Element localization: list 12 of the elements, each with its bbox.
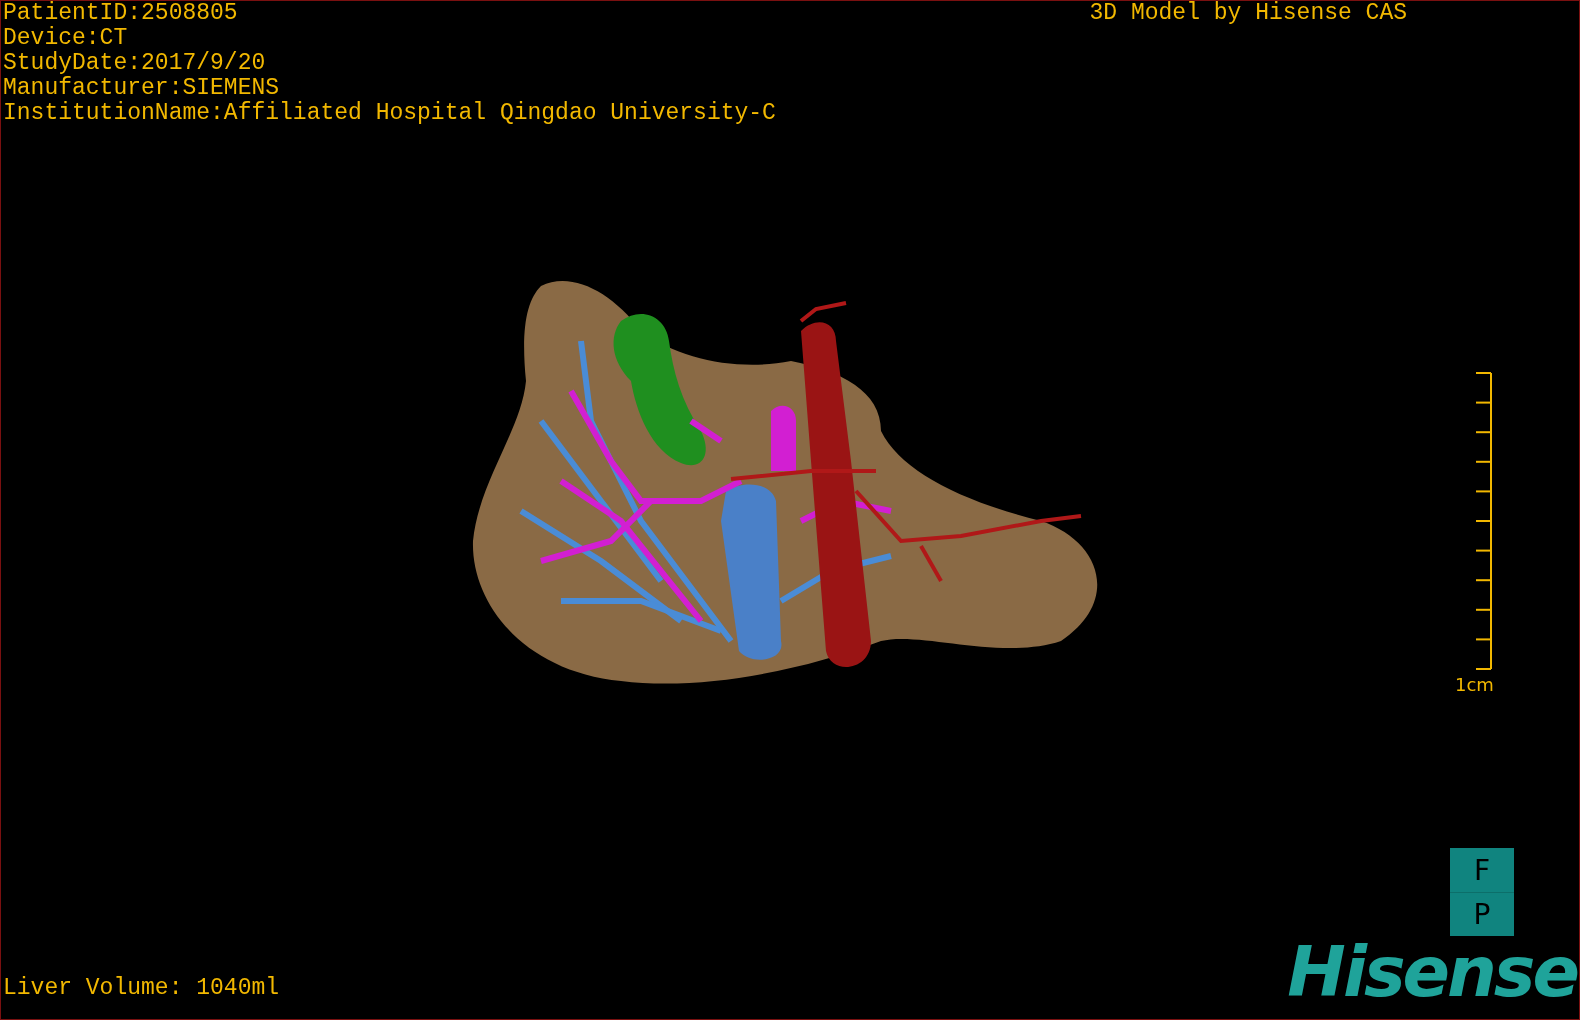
dicom-info-text: StudyDate:2017/9/20 xyxy=(3,51,267,76)
orientation-button[interactable]: F xyxy=(1450,848,1514,892)
viewport-3d[interactable]: PatientID:2508805 Device:CT StudyDate:2017/9/20 Manufacturer:SIEMENS InstitutionName:Affiliated Hospital Qingdao University-C 3D Model by Hisense CAS 1cm F P Liver Volume: 1040ml Hisense xyxy=(0,0,1580,1020)
dicom-info-text: InstitutionName:Affiliated Hospital Qingdao University-C xyxy=(3,101,776,126)
orientation-button[interactable]: P xyxy=(1450,892,1514,936)
liver-volume-text: Liver Volume: 1040ml xyxy=(3,976,280,1001)
dicom-info-text: PatientID:2508805 xyxy=(3,1,239,26)
viewer-title: 3D Model by Hisense CAS xyxy=(1089,1,1407,28)
dicom-info-text: Device:CT xyxy=(3,26,129,51)
dicom-info-text: Manufacturer:SIEMENS xyxy=(3,76,281,101)
logo-text: Hisense xyxy=(1287,937,1577,1007)
scale-label: 1cm xyxy=(1455,674,1494,695)
